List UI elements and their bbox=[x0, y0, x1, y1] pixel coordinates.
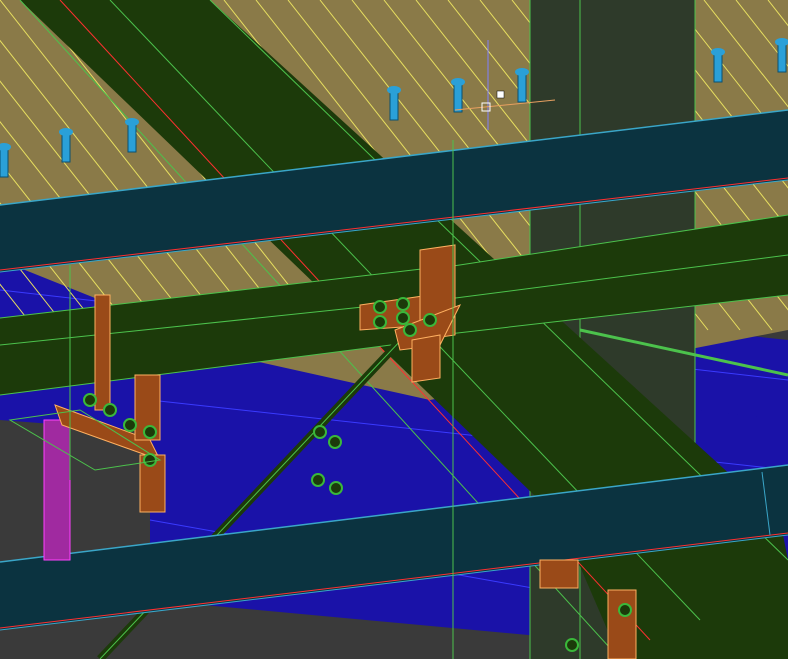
bolt[interactable] bbox=[83, 393, 97, 407]
bolt[interactable] bbox=[103, 403, 117, 417]
bolt[interactable] bbox=[373, 315, 387, 329]
bolt[interactable] bbox=[313, 425, 327, 439]
bolt[interactable] bbox=[396, 311, 410, 325]
model-viewport[interactable] bbox=[0, 0, 788, 659]
3d-scene[interactable] bbox=[0, 0, 788, 659]
bolt[interactable] bbox=[396, 297, 410, 311]
bolt[interactable] bbox=[423, 313, 437, 327]
bolt[interactable] bbox=[565, 638, 579, 652]
bolt[interactable] bbox=[329, 481, 343, 495]
bolt[interactable] bbox=[143, 425, 157, 439]
bolt[interactable] bbox=[328, 435, 342, 449]
bolt[interactable] bbox=[311, 473, 325, 487]
magenta-post[interactable] bbox=[43, 419, 71, 561]
bolt[interactable] bbox=[123, 418, 137, 432]
bolt[interactable] bbox=[618, 603, 632, 617]
bolt[interactable] bbox=[373, 300, 387, 314]
bolt[interactable] bbox=[403, 323, 417, 337]
